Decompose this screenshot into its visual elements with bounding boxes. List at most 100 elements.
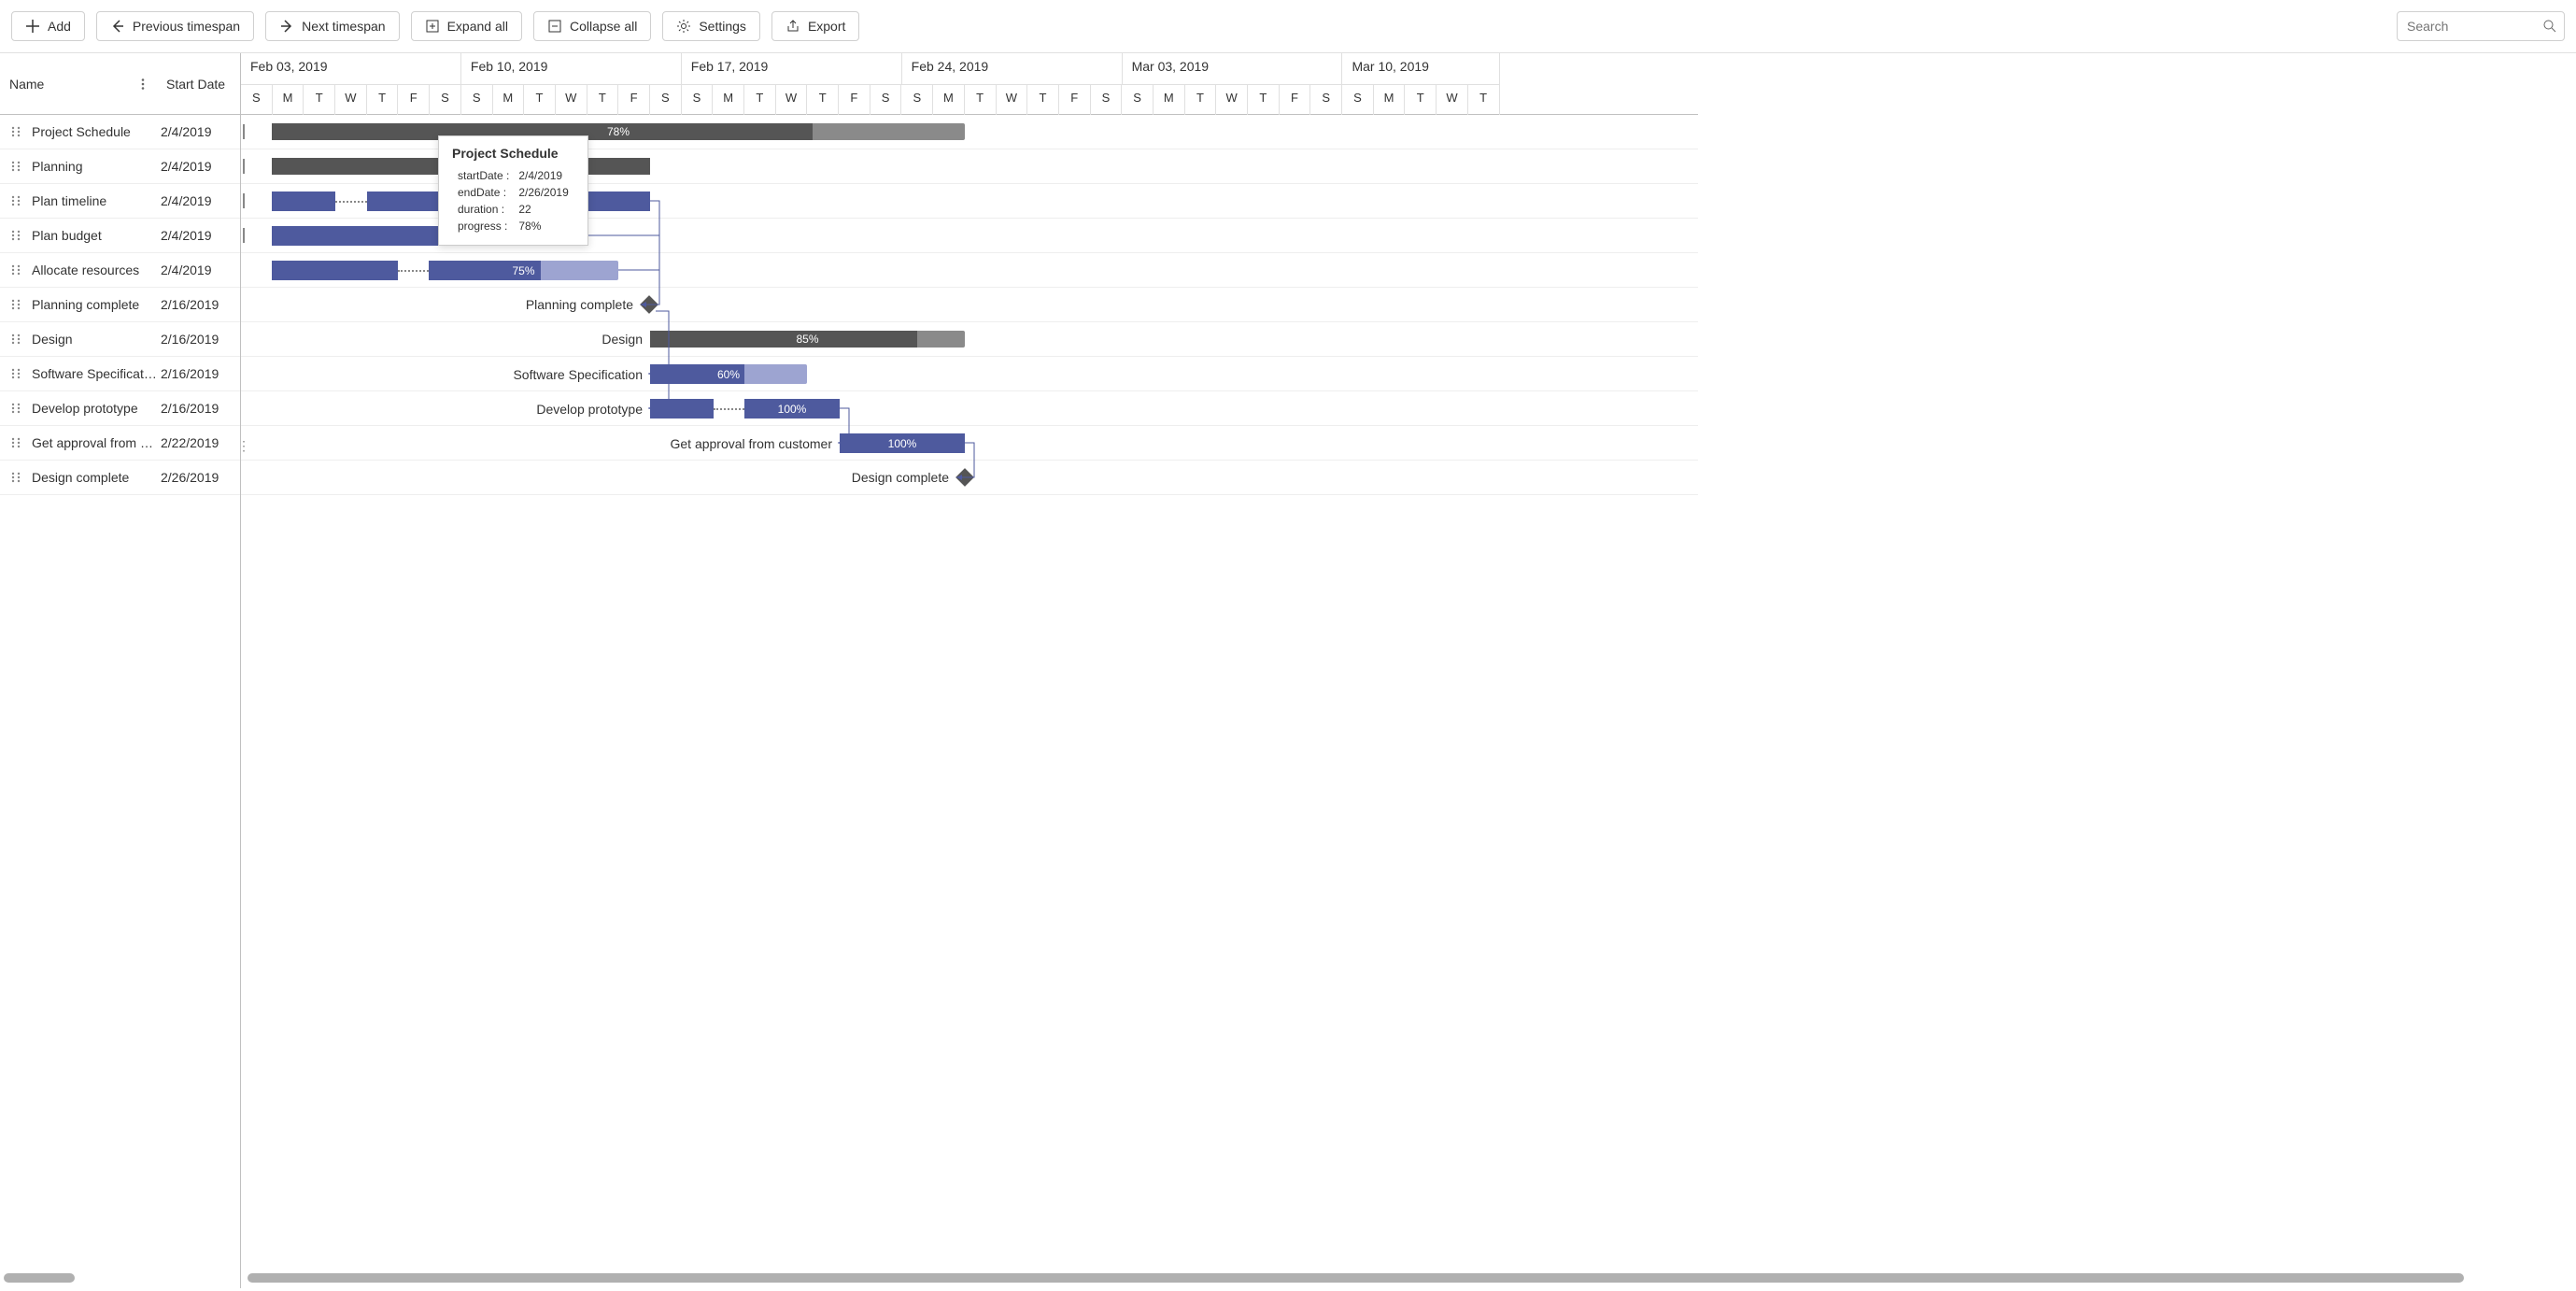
drag-handle-icon[interactable] bbox=[9, 436, 22, 449]
cell-start-date: 2/16/2019 bbox=[157, 401, 240, 416]
progress-label: 78% bbox=[607, 125, 630, 138]
grid-row[interactable]: Design2/16/2019 bbox=[0, 322, 240, 357]
chart-row: 85% Design bbox=[241, 322, 1698, 357]
day-header-cell: W bbox=[1216, 84, 1248, 115]
summary-bar-project-schedule[interactable]: 78% bbox=[272, 123, 965, 140]
split-connector bbox=[398, 270, 429, 272]
next-timespan-button[interactable]: Next timespan bbox=[265, 11, 399, 41]
drag-handle-icon[interactable] bbox=[9, 194, 22, 207]
drag-handle-icon[interactable] bbox=[9, 367, 22, 380]
tt-key: startDate : bbox=[454, 168, 513, 183]
grid-row[interactable]: Plan budget2/4/2019 bbox=[0, 219, 240, 253]
column-header-name[interactable]: Name bbox=[0, 53, 157, 114]
chart-panel[interactable]: Feb 03, 2019Feb 10, 2019Feb 17, 2019Feb … bbox=[241, 53, 2576, 1288]
day-header-cell: T bbox=[524, 84, 556, 115]
add-label: Add bbox=[48, 19, 71, 34]
day-header-cell: M bbox=[1374, 84, 1406, 115]
day-header-cell: T bbox=[965, 84, 997, 115]
grid-body: Project Schedule2/4/2019Planning2/4/2019… bbox=[0, 115, 240, 1288]
column-header-startdate[interactable]: Start Date bbox=[157, 53, 240, 114]
progress-label: 85% bbox=[796, 333, 818, 346]
milestone-design-complete[interactable] bbox=[955, 468, 974, 487]
export-button[interactable]: Export bbox=[771, 11, 859, 41]
task-bar-software-spec[interactable]: 60% Software Specification bbox=[650, 364, 807, 384]
cell-task-name: Design complete bbox=[32, 470, 157, 485]
day-header-cell: F bbox=[618, 84, 650, 115]
day-header-cell: T bbox=[1027, 84, 1059, 115]
progress-label: 60% bbox=[717, 368, 740, 381]
row-indicator-icon bbox=[243, 124, 247, 139]
day-header-cell: F bbox=[1280, 84, 1311, 115]
chart-horizontal-scrollbar[interactable] bbox=[248, 1273, 2464, 1283]
day-header-cell: T bbox=[1248, 84, 1280, 115]
bar-left-label: Design bbox=[602, 332, 643, 347]
bar-left-label: Get approval from customer bbox=[670, 436, 832, 451]
grid-row[interactable]: Develop prototype2/16/2019 bbox=[0, 391, 240, 426]
week-header-cell: Feb 10, 2019 bbox=[461, 53, 682, 84]
drag-handle-icon[interactable] bbox=[9, 263, 22, 277]
column-menu-icon[interactable] bbox=[136, 78, 149, 91]
progress-label: 100% bbox=[888, 437, 917, 450]
chart-body: 78% bbox=[241, 115, 1698, 495]
grid-row[interactable]: Allocate resources2/4/2019 bbox=[0, 253, 240, 288]
cell-task-name: Develop prototype bbox=[32, 401, 157, 416]
tt-val: 22 bbox=[515, 202, 572, 217]
drag-handle-icon[interactable] bbox=[9, 229, 22, 242]
grid-row[interactable]: Design complete2/26/2019 bbox=[0, 461, 240, 495]
milestone-planning-complete[interactable] bbox=[640, 295, 658, 314]
grid-panel: Name Start Date Project Schedule2/4/2019… bbox=[0, 53, 241, 1288]
chart-row: 60% Software Specification bbox=[241, 357, 1698, 391]
day-header-cell: M bbox=[1154, 84, 1185, 115]
drag-handle-icon[interactable] bbox=[9, 471, 22, 484]
cell-start-date: 2/4/2019 bbox=[157, 262, 240, 277]
day-header-cell: F bbox=[398, 84, 430, 115]
drag-handle-icon[interactable] bbox=[9, 333, 22, 346]
gear-icon bbox=[676, 19, 691, 34]
cell-task-name: Project Schedule bbox=[32, 124, 157, 139]
day-header-cell: S bbox=[1310, 84, 1342, 115]
splitter-handle-icon[interactable]: ⋮ bbox=[237, 438, 250, 454]
search-icon bbox=[2542, 19, 2557, 34]
grid-row[interactable]: Planning2/4/2019 bbox=[0, 149, 240, 184]
drag-handle-icon[interactable] bbox=[9, 125, 22, 138]
cell-start-date: 2/4/2019 bbox=[157, 159, 240, 174]
task-bar-develop-seg2[interactable]: 100% bbox=[744, 399, 840, 419]
drag-handle-icon[interactable] bbox=[9, 298, 22, 311]
milestone-text: Planning complete bbox=[526, 297, 633, 312]
day-header-cell: W bbox=[776, 84, 808, 115]
settings-button[interactable]: Settings bbox=[662, 11, 760, 41]
grid-row[interactable]: Plan timeline2/4/2019 bbox=[0, 184, 240, 219]
task-bar-get-approval[interactable]: 100% Get approval from customer bbox=[840, 433, 965, 453]
day-header-cell: T bbox=[807, 84, 839, 115]
expand-all-button[interactable]: Expand all bbox=[411, 11, 522, 41]
progress-fill bbox=[272, 192, 335, 211]
bar-left-label: Develop prototype bbox=[536, 402, 643, 417]
grid-horizontal-scrollbar[interactable] bbox=[4, 1273, 75, 1283]
day-header-cell: M bbox=[713, 84, 744, 115]
task-bar-plan-timeline-seg1[interactable] bbox=[272, 192, 335, 211]
day-header-cell: S bbox=[430, 84, 461, 115]
task-tooltip: Project Schedule startDate :2/4/2019 end… bbox=[438, 135, 588, 246]
summary-bar-design[interactable]: 85% Design bbox=[650, 331, 965, 348]
chart-header: Feb 03, 2019Feb 10, 2019Feb 17, 2019Feb … bbox=[241, 53, 1698, 115]
grid-row[interactable]: Get approval from cu...2/22/2019 bbox=[0, 426, 240, 461]
tt-val: 2/26/2019 bbox=[515, 185, 572, 200]
previous-timespan-button[interactable]: Previous timespan bbox=[96, 11, 254, 41]
collapse-all-button[interactable]: Collapse all bbox=[533, 11, 651, 41]
collapse-label: Collapse all bbox=[570, 19, 637, 34]
day-header-cell: S bbox=[1342, 84, 1374, 115]
drag-handle-icon[interactable] bbox=[9, 160, 22, 173]
cell-start-date: 2/4/2019 bbox=[157, 124, 240, 139]
grid-row[interactable]: Software Specification2/16/2019 bbox=[0, 357, 240, 391]
task-bar-develop-seg1[interactable]: Develop prototype bbox=[650, 399, 714, 419]
day-header-cell: T bbox=[304, 84, 335, 115]
add-button[interactable]: Add bbox=[11, 11, 85, 41]
cell-task-name: Plan budget bbox=[32, 228, 157, 243]
task-bar-allocate-seg1[interactable] bbox=[272, 261, 398, 280]
search-input[interactable] bbox=[2397, 11, 2565, 41]
drag-handle-icon[interactable] bbox=[9, 402, 22, 415]
grid-row[interactable]: Project Schedule2/4/2019 bbox=[0, 115, 240, 149]
grid-row[interactable]: Planning complete2/16/2019 bbox=[0, 288, 240, 322]
toolbar: Add Previous timespan Next timespan Expa… bbox=[0, 0, 2576, 53]
task-bar-allocate-seg2[interactable]: 75% bbox=[429, 261, 618, 280]
